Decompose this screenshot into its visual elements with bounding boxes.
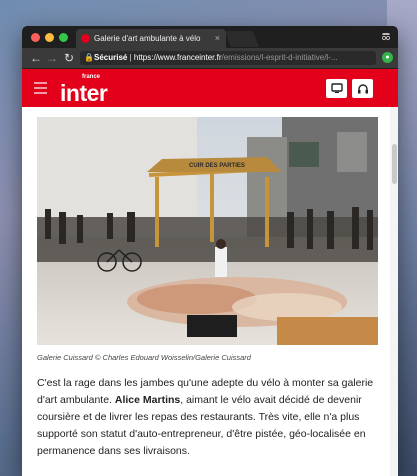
close-window-button[interactable] — [31, 33, 40, 42]
secure-label: Sécurisé — [94, 53, 128, 62]
tab-title: Galerie d'art ambulante à vélo — [94, 34, 201, 43]
article-content: CUIR DES PARTIES Galerie Cuissard © Char… — [22, 107, 398, 476]
headphones-icon[interactable] — [352, 79, 373, 98]
article-photo: CUIR DES PARTIES — [37, 117, 378, 345]
browser-toolbar: ← → ↻ 🔒 Sécurisé | https://www.franceint… — [22, 48, 398, 69]
maximize-window-button[interactable] — [59, 33, 68, 42]
hamburger-icon[interactable] — [34, 82, 47, 97]
favicon-icon — [81, 34, 90, 43]
back-arrow-icon[interactable]: ← — [30, 50, 42, 66]
tv-icon[interactable] — [326, 79, 347, 98]
new-tab-button[interactable] — [225, 31, 259, 47]
minimize-window-button[interactable] — [45, 33, 54, 42]
scrollbar-thumb[interactable] — [392, 144, 397, 184]
address-bar[interactable]: 🔒 Sécurisé | https://www.franceinter.fr/… — [80, 51, 376, 65]
extension-icon[interactable]: ● — [382, 52, 393, 63]
browser-window: Galerie d'art ambulante à vélo × ← → ↻ 🔒… — [22, 26, 398, 476]
article-paragraph: C'est la rage dans les jambes qu'une ade… — [37, 375, 382, 460]
person-name: Alice Martins — [114, 394, 181, 406]
logo-main-text: inter — [60, 80, 108, 106]
close-icon[interactable]: × — [215, 29, 220, 48]
image-caption: Galerie Cuissard © Charles Edouard Woiss… — [37, 353, 251, 362]
tab-bar: Galerie d'art ambulante à vélo × — [22, 26, 398, 48]
site-header: france inter — [22, 69, 398, 108]
url-path: /emissions/l-esprit-d-initiative/l-... — [221, 53, 338, 62]
lock-icon: 🔒 — [84, 53, 94, 62]
browser-tab[interactable]: Galerie d'art ambulante à vélo × — [76, 29, 226, 48]
reload-icon[interactable]: ↻ — [64, 50, 74, 66]
incognito-icon — [380, 30, 392, 42]
forward-arrow-icon[interactable]: → — [46, 50, 58, 66]
stand-sign-text: CUIR DES PARTIES — [189, 163, 245, 169]
url-host: https://www.franceinter.fr — [133, 53, 222, 62]
